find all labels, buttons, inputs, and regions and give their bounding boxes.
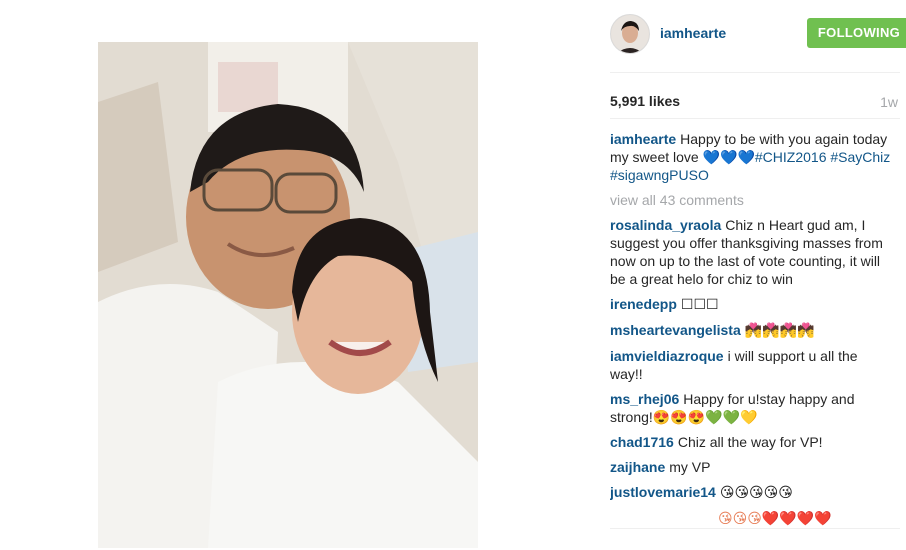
- following-button[interactable]: FOLLOWING: [807, 18, 906, 48]
- comment-item: justlovemarie14 😘😘😘😘😘: [610, 483, 894, 502]
- caption-username[interactable]: iamhearte: [610, 131, 676, 147]
- comment-text: Chiz all the way for VP!: [677, 434, 823, 450]
- avatar-image: [611, 15, 649, 53]
- comment-text: 💏💏💏💏: [744, 323, 815, 339]
- post-header: iamhearte FOLLOWING: [610, 14, 906, 54]
- selfie-illustration: [98, 42, 478, 548]
- comment-username[interactable]: zaijhane: [610, 459, 665, 475]
- comment-text: my VP: [669, 459, 711, 475]
- header-divider: [610, 72, 900, 73]
- comment-username[interactable]: ms_rhej06: [610, 391, 679, 407]
- view-all-comments-link[interactable]: view all 43 comments: [610, 191, 894, 209]
- comment-item: msheartevangelista 💏💏💏💏: [610, 321, 894, 340]
- comment-item: zaijhane my VP: [610, 458, 894, 476]
- comments-list: iamhearte Happy to be with you again toda…: [610, 130, 894, 528]
- comment-item: ms_rhej06 Happy for u!stay happy and stro…: [610, 390, 894, 426]
- comment-username[interactable]: rosalinda_yraola: [610, 217, 721, 233]
- comment-username[interactable]: iamvieldiazroque: [610, 348, 724, 364]
- comment-text: ☐☐☐: [680, 297, 719, 313]
- comment-username[interactable]: justlovemarie14: [610, 484, 716, 500]
- post-time[interactable]: 1w: [880, 94, 898, 110]
- caption: iamhearte Happy to be with you again toda…: [610, 130, 894, 184]
- comment-item: irenedepp ☐☐☐: [610, 295, 894, 314]
- avatar[interactable]: [610, 14, 650, 54]
- comment-username[interactable]: chad1716: [610, 434, 674, 450]
- comment-username[interactable]: msheartevangelista: [610, 322, 741, 338]
- partial-comment-emojis: 😘😘😘❤️❤️❤️❤️: [610, 509, 894, 528]
- comment-text: 😘😘😘😘😘: [719, 485, 793, 501]
- comments-bottom-divider: [610, 528, 900, 529]
- comment-username[interactable]: irenedepp: [610, 296, 677, 312]
- post-photo[interactable]: [98, 42, 478, 548]
- comment-item: rosalinda_yraola Chiz n Heart gud am, I s…: [610, 216, 894, 288]
- post-sidebar: iamhearte FOLLOWING 5,991 likes 1w iamhe…: [598, 0, 906, 550]
- likes-count[interactable]: 5,991 likes: [610, 93, 680, 109]
- comment-item: chad1716 Chiz all the way for VP!: [610, 433, 894, 451]
- likes-divider: [610, 118, 900, 119]
- partial-comment-text: 😘😘😘❤️❤️❤️❤️: [718, 511, 832, 527]
- photo-pane: [0, 0, 578, 550]
- comment-item: iamvieldiazroque i will support u all the…: [610, 347, 894, 383]
- username-link[interactable]: iamhearte: [660, 25, 726, 41]
